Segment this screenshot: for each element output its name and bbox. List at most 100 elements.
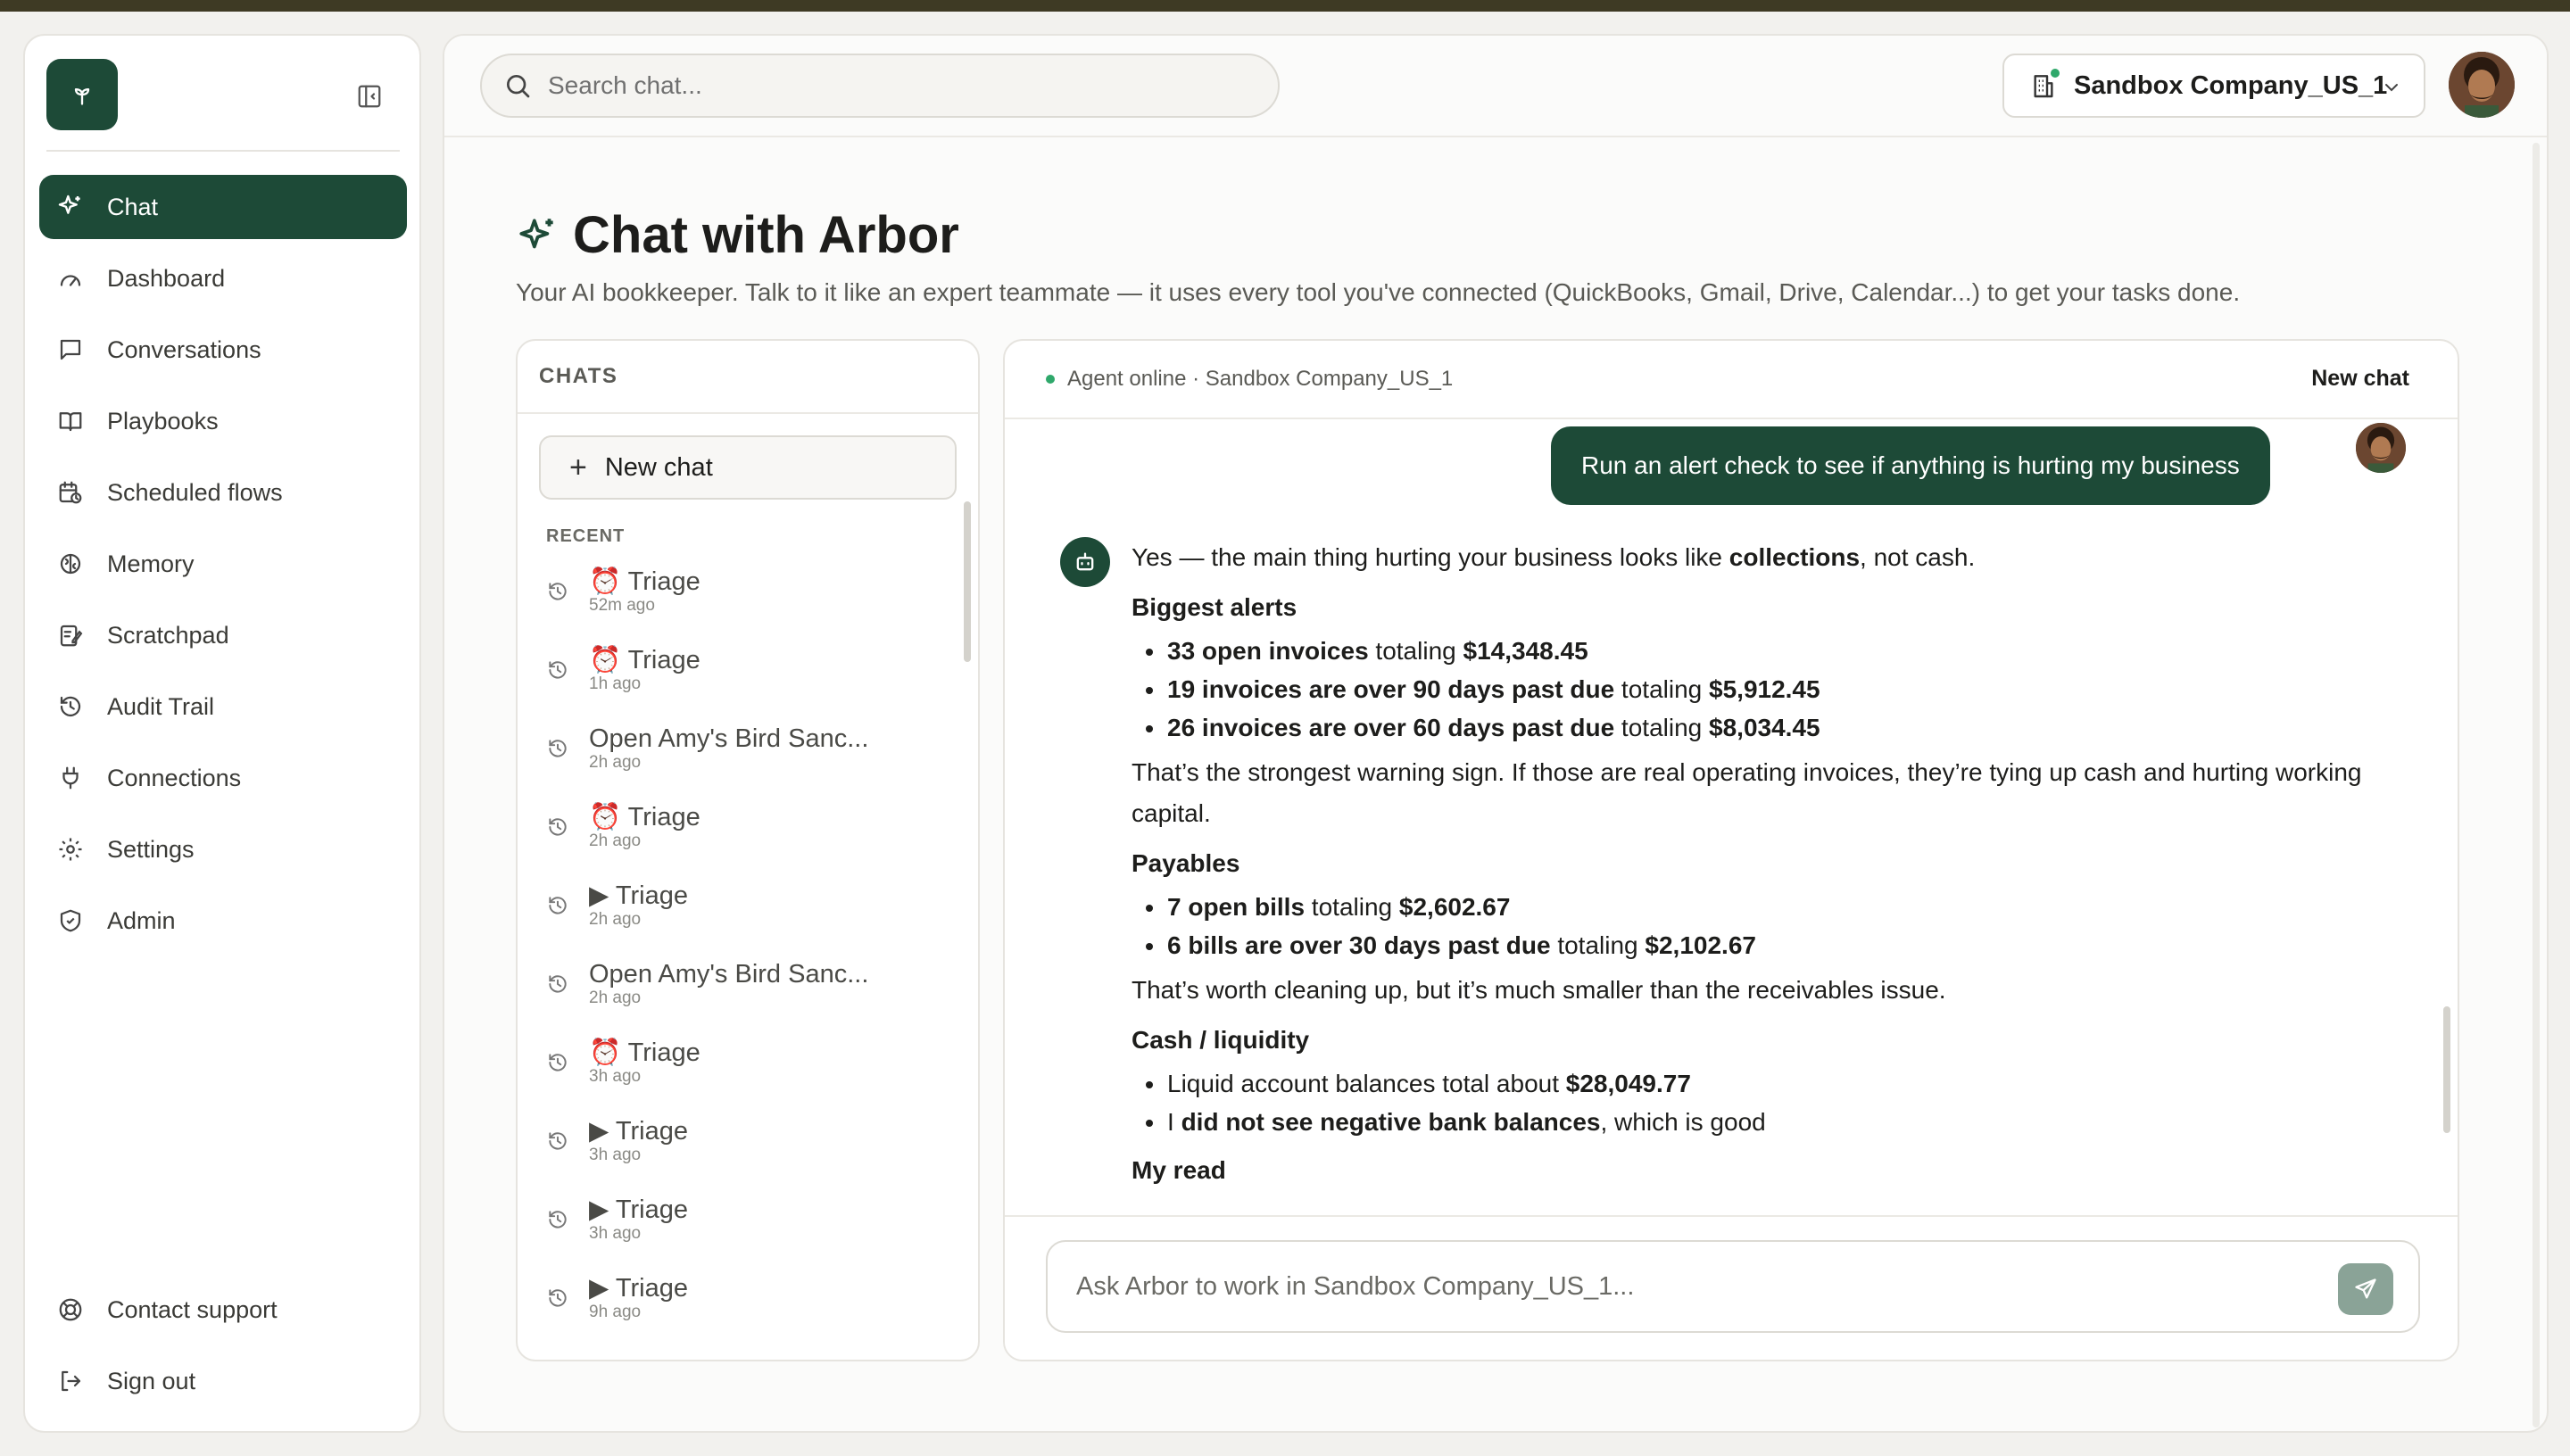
answer-paragraph: That’s worth cleaning up, but it’s much … — [1132, 976, 1946, 1004]
chats-scrollbar[interactable] — [964, 501, 971, 662]
chats-header: CHATS — [518, 341, 978, 414]
nav-item-connections[interactable]: Connections — [39, 746, 407, 810]
top-header: Sandbox Company_US_1 — [444, 36, 2547, 137]
message-icon — [55, 335, 86, 365]
book-icon — [55, 406, 86, 436]
sidebar-divider — [46, 150, 400, 152]
answer-heading: My read — [1132, 1156, 1226, 1184]
page-title: Chat with Arbor — [516, 205, 959, 265]
chats-panel: CHATS + New chat RECENT ⏰ Triage 52m ago … — [516, 339, 980, 1361]
nav-item-sign-out[interactable]: Sign out — [39, 1349, 407, 1413]
main-scrollbar[interactable] — [2533, 143, 2540, 1427]
online-status-dot — [1046, 375, 1055, 384]
gear-icon — [55, 834, 86, 864]
nav-item-playbooks[interactable]: Playbooks — [39, 389, 407, 453]
chat-list-item[interactable]: ▶ Triage 9h ago — [539, 1267, 949, 1345]
search-icon — [507, 75, 530, 98]
nav-label: Audit Trail — [107, 692, 215, 720]
chat-time: 3h ago — [589, 1146, 642, 1164]
sidebar-bottom-nav: Contact support Sign out — [39, 1278, 407, 1420]
chat-list-item[interactable]: ▶ Triage 3h ago — [539, 1188, 949, 1267]
nav-item-audit-trail[interactable]: Audit Trail — [39, 674, 407, 739]
nav-item-contact-support[interactable]: Contact support — [39, 1278, 407, 1342]
lifebuoy-icon — [55, 1295, 86, 1325]
nav-label: Playbooks — [107, 407, 219, 434]
sign-out-icon — [55, 1366, 86, 1396]
search-input[interactable] — [548, 71, 1244, 100]
chat-list-item[interactable]: ⏰ Triage 2h ago — [539, 796, 949, 874]
conversation-scrollbar[interactable] — [2443, 1006, 2450, 1133]
nav-item-settings[interactable]: Settings — [39, 817, 407, 881]
chat-title: ▶ Triage — [589, 1274, 688, 1303]
new-chat-link[interactable]: New chat — [2311, 366, 2409, 392]
list-item: Liquid account balances total about $28,… — [1132, 1064, 2381, 1103]
nav-label: Memory — [107, 550, 195, 577]
main-nav: Chat Dashboard Conversations Playbooks S… — [39, 175, 407, 960]
nav-label: Scheduled flows — [107, 478, 283, 506]
history-icon — [546, 737, 573, 765]
nav-item-conversations[interactable]: Conversations — [39, 318, 407, 382]
chat-title: ⏰ Triage — [589, 646, 701, 674]
online-status-dot — [2049, 67, 2061, 79]
chat-list: ⏰ Triage 52m ago ⏰ Triage 1h ago Open Amy'… — [539, 560, 949, 1345]
nav-label: Conversations — [107, 335, 261, 363]
history-icon — [546, 815, 573, 843]
chat-title: Open Amy's Bird Sanc... — [589, 960, 869, 989]
send-button[interactable] — [2338, 1263, 2393, 1315]
chat-time: 3h ago — [589, 1067, 642, 1086]
user-avatar[interactable] — [2449, 52, 2515, 118]
chat-list-item[interactable]: Open Amy's Bird Sanc... 2h ago — [539, 953, 949, 1031]
chat-list-item[interactable]: Open Amy's Bird Sanc... 2h ago — [539, 717, 949, 796]
answer-paragraph: That’s the strongest warning sign. If th… — [1132, 758, 2362, 827]
chat-time: 52m ago — [589, 596, 655, 615]
nav-label: Connections — [107, 764, 242, 791]
chat-list-item[interactable]: ▶ Triage 2h ago — [539, 874, 949, 953]
chat-time: 1h ago — [589, 674, 642, 693]
sidebar-collapse-icon — [358, 85, 381, 108]
message-input[interactable] — [1076, 1271, 2308, 1302]
chat-title: ⏰ Triage — [589, 1038, 701, 1067]
conversation-panel: Agent online · Sandbox Company_US_1 New … — [1003, 339, 2459, 1361]
chat-list-item[interactable]: ▶ Triage 3h ago — [539, 1110, 949, 1188]
shield-icon — [55, 906, 86, 936]
composer — [1046, 1240, 2420, 1333]
new-chat-button[interactable]: + New chat — [539, 435, 957, 500]
collapse-sidebar-button[interactable] — [352, 79, 387, 114]
agent-status: Agent online · Sandbox Company_US_1 — [1067, 367, 1454, 391]
company-switcher[interactable]: Sandbox Company_US_1 — [2002, 54, 2425, 118]
chat-list-item[interactable]: ⏰ Triage 3h ago — [539, 1031, 949, 1110]
sparkles-icon — [519, 218, 553, 248]
answer-heading: Biggest alerts — [1132, 593, 1297, 621]
app-logo[interactable] — [46, 59, 118, 130]
chat-time: 2h ago — [589, 831, 642, 850]
nav-item-memory[interactable]: Memory — [39, 532, 407, 596]
history-icon — [546, 1129, 573, 1157]
nav-item-scratchpad[interactable]: Scratchpad — [39, 603, 407, 667]
calendar-clock-icon — [55, 477, 86, 508]
chat-list-item[interactable]: ⏰ Triage 1h ago — [539, 639, 949, 717]
nav-item-chat[interactable]: Chat — [39, 175, 407, 239]
nav-item-dashboard[interactable]: Dashboard — [39, 246, 407, 310]
list-item: 7 open bills totaling $2,602.67 — [1132, 888, 2381, 926]
bot-icon — [1076, 552, 1094, 571]
sparkles-icon — [55, 192, 86, 222]
chat-list-item[interactable]: ⏰ Triage 52m ago — [539, 560, 949, 639]
chat-title: ⏰ Triage — [589, 567, 701, 596]
page-title-text: Chat with Arbor — [573, 206, 959, 264]
answer-intro: Yes — the main thing hurting your busine… — [1132, 543, 1976, 571]
chat-title: ⏰ Triage — [589, 803, 701, 831]
answer-heading: Payables — [1132, 849, 1240, 877]
brain-icon — [55, 549, 86, 579]
history-icon — [546, 1208, 573, 1236]
notepad-icon — [55, 620, 86, 650]
history-icon — [546, 894, 573, 922]
send-icon — [2355, 1278, 2376, 1299]
building-icon — [2029, 67, 2061, 101]
conversation-header: Agent online · Sandbox Company_US_1 New … — [1005, 341, 2458, 419]
nav-item-admin[interactable]: Admin — [39, 889, 407, 953]
chat-title: Open Amy's Bird Sanc... — [589, 724, 869, 753]
chat-title: ▶ Triage — [589, 1117, 688, 1146]
list-item: I did not see negative bank balances, wh… — [1132, 1103, 2381, 1141]
search-bar[interactable] — [480, 54, 1280, 118]
nav-item-scheduled-flows[interactable]: Scheduled flows — [39, 460, 407, 525]
